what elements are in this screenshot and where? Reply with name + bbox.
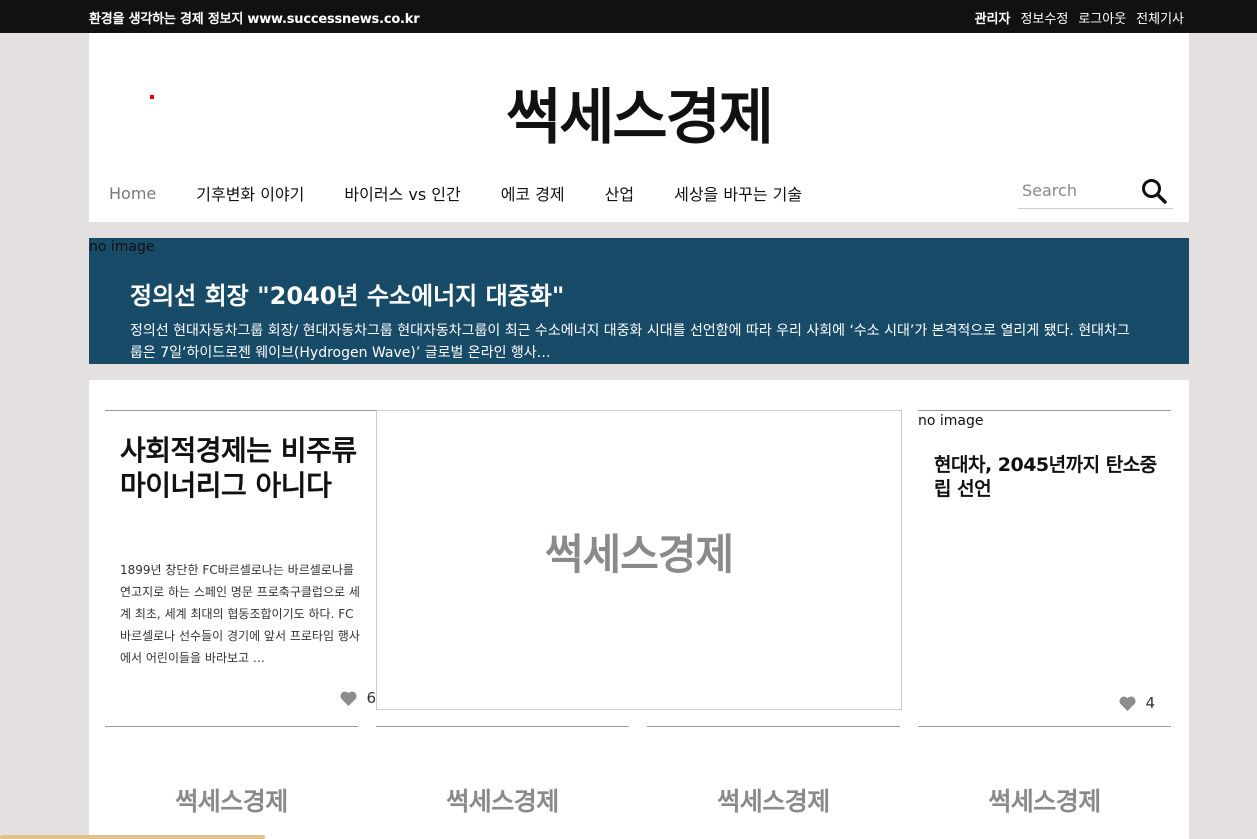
image-placeholder-logo: 썩세스경제 (717, 787, 830, 816)
nav-item-technology[interactable]: 세상을 바꾸는 기술 (674, 181, 802, 205)
featured-banner[interactable]: no image 정의선 회장 "2040년 수소에너지 대중화" 정의선 현대… (89, 238, 1189, 364)
article-card-small[interactable]: 썩세스경제 (647, 726, 900, 839)
search-input[interactable] (1022, 181, 1132, 200)
top-bar: 환경을 생각하는 경제 정보지 www.successnews.co.kr 관리… (0, 0, 1257, 33)
search-icon[interactable] (1141, 178, 1167, 204)
nav-item-climate[interactable]: 기후변화 이야기 (196, 181, 304, 205)
site-tagline: 환경을 생각하는 경제 정보지 www.successnews.co.kr (89, 12, 420, 27)
article-card-small[interactable]: 썩세스경제 (105, 726, 358, 839)
article-card-small[interactable]: 썩세스경제 (376, 726, 629, 839)
logout-link[interactable]: 로그아웃 (1078, 8, 1126, 27)
all-articles-link[interactable]: 전체기사 (1136, 8, 1184, 27)
article-image-missing: no image (918, 413, 984, 429)
image-placeholder-logo: 썩세스경제 (446, 787, 559, 816)
nav-item-industry[interactable]: 산업 (605, 181, 634, 205)
article-card-center[interactable]: 썩세스경제 (376, 410, 902, 710)
heart-icon (1119, 696, 1136, 711)
search-box (1018, 173, 1173, 209)
banner-title[interactable]: 정의선 회장 "2040년 수소에너지 대중화" (130, 276, 564, 311)
heart-icon (340, 691, 357, 706)
like-count: 4 (1145, 694, 1155, 712)
site-logo[interactable]: 썩세스경제 (89, 69, 1189, 156)
article-excerpt: 1899년 창단한 FC바르셀로나는 바르셀로나를 연고지로 하는 스페인 명문… (120, 563, 360, 665)
like-count: 6 (366, 689, 376, 707)
site-header: 썩세스경제 Home 기후변화 이야기 바이러스 vs 인간 에코 경제 산업 … (89, 33, 1189, 222)
article-card-left[interactable]: 사회적경제는 비주류 마이너리그 아니다 1899년 창단한 FC바르셀로나는 … (105, 410, 376, 709)
article-card-small[interactable]: 썩세스경제 (918, 726, 1171, 839)
admin-link[interactable]: 관리자 (975, 8, 1011, 27)
like-counter[interactable]: 4 (1119, 694, 1155, 712)
like-counter[interactable]: 6 (340, 689, 376, 707)
image-placeholder-logo: 썩세스경제 (175, 787, 288, 816)
article-title[interactable]: 현대차, 2045년까지 탄소중립 선언 (934, 453, 1164, 501)
page-load-bar (0, 835, 265, 839)
top-links: 관리자 정보수정 로그아웃 전체기사 (975, 8, 1184, 27)
banner-image-missing: no image (89, 239, 155, 255)
nav-item-virus[interactable]: 바이러스 vs 인간 (344, 181, 460, 205)
image-placeholder-logo: 썩세스경제 (988, 787, 1101, 816)
article-grid: 사회적경제는 비주류 마이너리그 아니다 1899년 창단한 FC바르셀로나는 … (89, 380, 1189, 839)
banner-summary: 정의선 현대자동차그룹 회장/ 현대자동차그룹 현대자동차그룹이 최근 수소에너… (130, 323, 1130, 361)
article-card-right[interactable]: no image 현대차, 2045년까지 탄소중립 선언 4 (918, 410, 1171, 714)
nav-item-home[interactable]: Home (109, 184, 156, 203)
nav-item-eco-economy[interactable]: 에코 경제 (501, 181, 565, 205)
main-nav: Home 기후변화 이야기 바이러스 vs 인간 에코 경제 산업 세상을 바꾸… (109, 181, 842, 205)
edit-profile-link[interactable]: 정보수정 (1020, 8, 1068, 27)
article-title[interactable]: 사회적경제는 비주류 마이너리그 아니다 (120, 433, 360, 503)
image-placeholder-logo: 썩세스경제 (544, 530, 734, 579)
